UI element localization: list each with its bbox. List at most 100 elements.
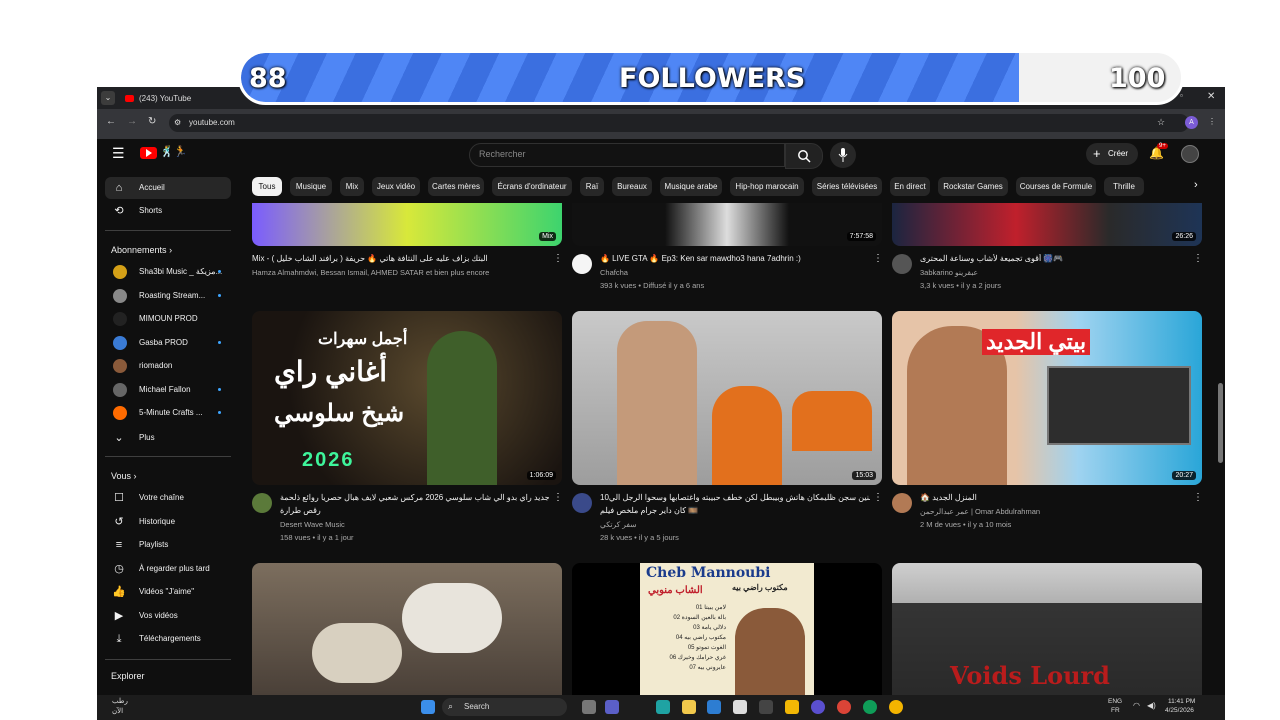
back-icon[interactable]: ← <box>106 116 116 127</box>
sidebar-item-home[interactable]: ⌂ Accueil <box>105 177 231 199</box>
file-explorer-icon[interactable] <box>682 700 696 714</box>
you-item[interactable]: ☐ Votre chaîne <box>105 487 231 509</box>
language-indicator[interactable]: ENG <box>1108 698 1122 705</box>
chip-7[interactable]: Bureaux <box>612 177 652 196</box>
chip-13[interactable]: Courses de Formule <box>1016 177 1096 196</box>
channel-name[interactable]: عمر عبدالرحمن | Omar Abdulrahman <box>920 507 1040 516</box>
account-avatar[interactable] <box>1181 145 1199 163</box>
chip-4[interactable]: Cartes mères <box>428 177 484 196</box>
notifications-button[interactable]: 🔔 9+ <box>1149 143 1168 162</box>
channel-name[interactable]: 3abkarino عبقرينو <box>920 268 978 277</box>
subscription-item[interactable]: Michael Fallon <box>105 379 231 401</box>
profile-avatar[interactable]: A <box>1185 116 1198 129</box>
task-view-icon[interactable] <box>582 700 596 714</box>
chip-11[interactable]: En direct <box>890 177 930 196</box>
video-thumbnail[interactable]: 7:57:58 <box>572 203 882 246</box>
you-item[interactable]: ⤓ Téléchargements <box>105 628 231 650</box>
scrollbar-thumb[interactable] <box>1218 383 1223 463</box>
video-thumbnail[interactable]: 15:03 <box>572 311 882 485</box>
subscription-item[interactable]: Roasting Stream... <box>105 285 231 307</box>
bookmark-star-icon[interactable]: ☆ <box>1157 117 1165 128</box>
chip-8[interactable]: Musique arabe <box>660 177 722 196</box>
channel-avatar[interactable] <box>892 493 912 513</box>
channel-name[interactable]: Chafcha <box>600 268 628 277</box>
file-icon[interactable] <box>733 700 747 714</box>
video-menu-icon[interactable]: ⋮ <box>553 492 563 503</box>
chip-0[interactable]: Tous <box>252 177 282 196</box>
app-icon[interactable] <box>811 700 825 714</box>
browser-menu-icon[interactable]: ⋮ <box>1208 117 1216 126</box>
search-input[interactable]: Rechercher <box>469 143 785 167</box>
video-title[interactable]: 🏠 المنزل الجديد <box>920 493 1190 502</box>
channel-avatar[interactable] <box>572 254 592 274</box>
video-thumbnail[interactable] <box>252 563 562 695</box>
channel-avatar[interactable] <box>892 254 912 274</box>
subscription-item[interactable]: riomadon <box>105 355 231 377</box>
video-thumbnail[interactable]: Voids Lourd <box>892 563 1202 695</box>
search-button[interactable] <box>785 143 823 169</box>
store-icon[interactable] <box>707 700 721 714</box>
subscription-item[interactable]: Sha3bi Music _ مزيكة... <box>105 261 231 283</box>
video-title[interactable]: 10سنين سجن ظليمكان هاتش وبيبطل لكن خطف ح… <box>600 493 870 502</box>
you-item[interactable]: ◷ À regarder plus tard <box>105 558 231 580</box>
channel-name[interactable]: Desert Wave Music <box>280 520 345 529</box>
sidebar-item-more[interactable]: ⌄ Plus <box>105 427 231 449</box>
chip-14[interactable]: Thrille <box>1104 177 1144 196</box>
chip-9[interactable]: Hip-hop marocain <box>730 177 804 196</box>
chrome-active-icon[interactable] <box>889 700 903 714</box>
voice-search-button[interactable] <box>830 142 856 168</box>
chip-10[interactable]: Séries télévisées <box>812 177 882 196</box>
browser-tab[interactable]: (243) YouTube <box>121 89 251 109</box>
taskbar-search[interactable]: ⌕ Search <box>442 698 567 716</box>
video-menu-icon[interactable]: ⋮ <box>873 492 883 503</box>
clock-time[interactable]: 11:41 PM <box>1168 698 1195 705</box>
you-heading[interactable]: Vous › <box>111 471 137 481</box>
channel-name[interactable]: Hamza Almahmdwi, Bessan Ismail, AHMED SA… <box>252 268 542 277</box>
chip-2[interactable]: Mix <box>340 177 364 196</box>
video-menu-icon[interactable]: ⋮ <box>1193 492 1203 503</box>
you-item[interactable]: ↺ Historique <box>105 511 231 533</box>
sidebar-item-shorts[interactable]: ⟲ Shorts <box>105 200 231 222</box>
video-menu-icon[interactable]: ⋮ <box>1193 253 1203 264</box>
channel-avatar[interactable] <box>252 493 272 513</box>
video-thumbnail[interactable]: Cheb Mannoubi مكتوب راضي بيه الشاب منوبي… <box>572 563 882 695</box>
site-info-icon[interactable]: ⚙ <box>174 118 181 127</box>
close-window-icon[interactable]: ✕ <box>1207 91 1215 102</box>
video-menu-icon[interactable]: ⋮ <box>873 253 883 264</box>
start-icon[interactable] <box>421 700 435 714</box>
wifi-icon[interactable]: ◠ <box>1133 701 1140 710</box>
video-thumbnail[interactable]: Mix <box>252 203 562 246</box>
video-thumbnail[interactable]: أجمل سهرات أغاني راي شيخ سلوسي 2026 1:06… <box>252 311 562 485</box>
chrome-icon[interactable] <box>863 700 877 714</box>
subscription-item[interactable]: Gasba PROD <box>105 332 231 354</box>
edge-icon[interactable] <box>656 700 670 714</box>
chip-1[interactable]: Musique <box>290 177 332 196</box>
channel-avatar[interactable] <box>572 493 592 513</box>
chip-3[interactable]: Jeux vidéo <box>372 177 420 196</box>
chip-5[interactable]: Écrans d'ordinateur <box>492 177 572 196</box>
rockstar-icon[interactable] <box>785 700 799 714</box>
teams-icon[interactable] <box>605 700 619 714</box>
youtube-logo[interactable] <box>140 147 157 159</box>
video-title-line2[interactable]: رقص طرارة <box>280 506 550 515</box>
chip-12[interactable]: Rockstar Games <box>938 177 1008 196</box>
chips-next-icon[interactable]: › <box>1194 179 1198 191</box>
video-menu-icon[interactable]: ⋮ <box>553 253 563 264</box>
volume-icon[interactable]: ◀) <box>1147 701 1156 710</box>
video-title[interactable]: Mix - البتك بزاف عليه على النتافة هاتي 🔥… <box>252 254 542 263</box>
hamburger-menu-icon[interactable]: ☰ <box>112 145 125 162</box>
app-icon[interactable] <box>759 700 773 714</box>
video-thumbnail[interactable]: 26:26 <box>892 203 1202 246</box>
maximize-icon[interactable]: ▫ <box>1180 91 1183 100</box>
subscription-item[interactable]: MIMOUN PROD <box>105 308 231 330</box>
video-title[interactable]: جديد راي بدو الي شاب سلوسي 2026 مركس شعب… <box>280 493 550 502</box>
chip-6[interactable]: Raï <box>580 177 604 196</box>
address-field[interactable]: ⚙ youtube.com ☆ <box>169 114 1189 132</box>
channel-name[interactable]: سفر كرتكي <box>600 520 637 529</box>
video-thumbnail[interactable]: بيتي الجديد 20:27 <box>892 311 1202 485</box>
video-title-line2[interactable]: كان داير جرام ملخص فيلم 🎞️ <box>600 506 870 515</box>
subscriptions-heading[interactable]: Abonnements › <box>111 245 172 255</box>
tab-list-button[interactable]: ⌄ <box>101 91 115 105</box>
video-title[interactable]: أقوى تجميعة لأشاب وسناعة المحترى 🎆🎮 <box>920 254 1190 263</box>
chrome-icon[interactable] <box>837 700 851 714</box>
